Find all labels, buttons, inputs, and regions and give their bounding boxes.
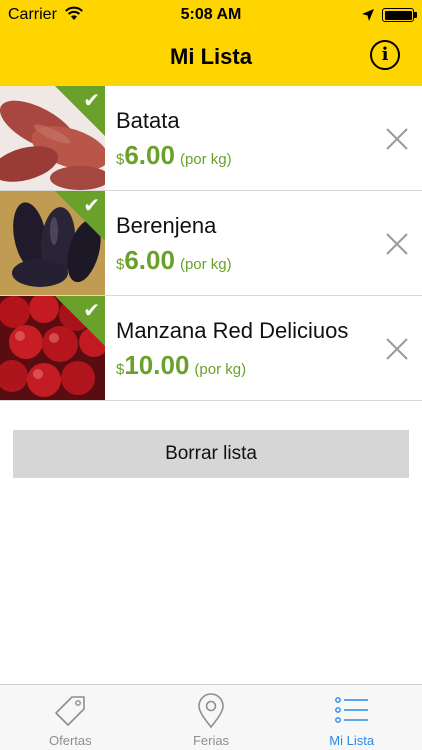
map-pin-icon bbox=[198, 693, 224, 729]
clear-list-button[interactable]: Borrar lista bbox=[13, 430, 409, 478]
item-price: $6.00 (por kg) bbox=[116, 140, 232, 170]
apple-image: ✔ bbox=[0, 296, 105, 400]
clock: 5:08 AM bbox=[180, 6, 242, 23]
page-title: Mi Lista bbox=[170, 44, 252, 69]
remove-item-button[interactable] bbox=[382, 124, 412, 154]
sweet-potato-image: ✔ bbox=[0, 86, 105, 190]
price-amount: 6.00 bbox=[124, 245, 175, 275]
close-icon bbox=[386, 233, 408, 255]
tab-bar: Ofertas Ferias Mi Lista bbox=[0, 684, 422, 750]
tag-icon bbox=[55, 696, 86, 726]
check-icon: ✔ bbox=[83, 90, 100, 112]
tab-ferias[interactable]: Ferias bbox=[141, 685, 282, 750]
list-item[interactable]: ✔ Berenjena $6.00 (por kg) bbox=[0, 191, 422, 296]
info-icon: i bbox=[381, 44, 389, 65]
tab-label: Mi Lista bbox=[329, 733, 375, 748]
remove-item-button[interactable] bbox=[382, 229, 412, 259]
list-icon bbox=[334, 697, 368, 723]
info-button[interactable]: i bbox=[370, 40, 400, 70]
price-unit: (por kg) bbox=[194, 361, 247, 378]
tab-ofertas[interactable]: Ofertas bbox=[0, 685, 141, 750]
item-name: Batata bbox=[116, 108, 180, 133]
eggplant-image: ✔ bbox=[0, 191, 105, 295]
item-price: $10.00 (por kg) bbox=[116, 350, 247, 380]
close-icon bbox=[386, 128, 408, 150]
location-arrow-icon bbox=[362, 8, 374, 26]
tab-label: Ferias bbox=[192, 733, 230, 748]
list-item[interactable]: ✔ Manzana Red Deliciuos $10.00 (por kg) bbox=[0, 296, 422, 401]
tab-mi-lista[interactable]: Mi Lista bbox=[281, 685, 422, 750]
status-bar: Carrier 5:08 AM bbox=[0, 0, 422, 30]
price-amount: 6.00 bbox=[124, 140, 175, 170]
check-icon: ✔ bbox=[83, 195, 100, 217]
check-icon: ✔ bbox=[83, 300, 100, 322]
close-icon bbox=[386, 338, 408, 360]
list-item[interactable]: ✔ Batata $6.00 (por kg) bbox=[0, 86, 422, 191]
price-unit: (por kg) bbox=[179, 151, 232, 168]
item-name: Manzana Red Deliciuos bbox=[116, 318, 349, 343]
header: Carrier 5:08 AM Mi Lista i bbox=[0, 0, 422, 86]
battery-icon bbox=[382, 8, 417, 22]
remove-item-button[interactable] bbox=[382, 334, 412, 364]
item-name: Berenjena bbox=[116, 213, 217, 238]
price-amount: 10.00 bbox=[124, 350, 190, 380]
tab-label: Ofertas bbox=[49, 733, 92, 748]
price-unit: (por kg) bbox=[179, 256, 232, 273]
shopping-list: ✔ Batata $6.00 (por kg) ✔ Berenjena $6.0… bbox=[0, 86, 422, 401]
item-price: $6.00 (por kg) bbox=[116, 245, 232, 275]
